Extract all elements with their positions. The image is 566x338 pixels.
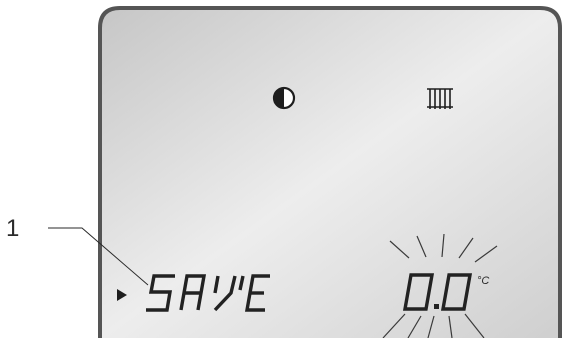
half-moon-icon (272, 86, 296, 110)
decimal-point (434, 304, 439, 309)
callout-label: 1 (6, 215, 19, 242)
lcd-screen (98, 6, 562, 338)
temperature-unit: °C (477, 275, 489, 287)
lcd-diagram: 1 °C (6, 6, 562, 338)
